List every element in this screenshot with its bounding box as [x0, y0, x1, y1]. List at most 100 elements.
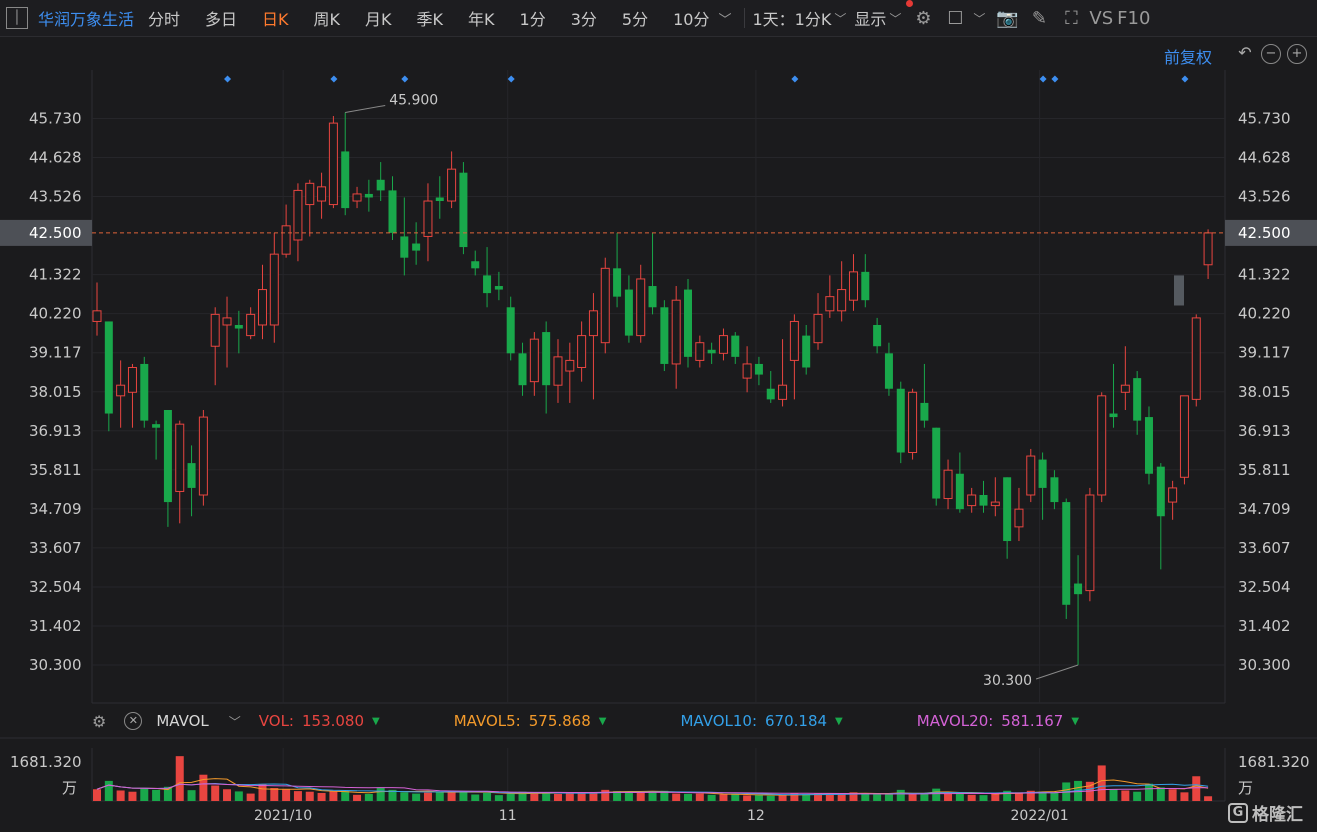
- volume-bar: [1109, 789, 1118, 801]
- down-arrow-icon: ▼: [1071, 715, 1080, 727]
- candle: [459, 162, 468, 255]
- candle-body: [1085, 494, 1095, 592]
- price-tick-label: 30.300: [1238, 656, 1291, 674]
- kline-chart[interactable]: 45.730 44.628 43.526 41.322 40.220 39.117 38.0…: [0, 0, 1317, 832]
- down-arrow-icon: ▼: [372, 715, 380, 727]
- candle: [825, 275, 835, 318]
- candle-body: [990, 501, 1000, 507]
- candle-body: [955, 473, 964, 510]
- candle-body: [742, 363, 752, 379]
- candle-body: [861, 271, 870, 301]
- candle-body: [1179, 395, 1189, 478]
- candle: [412, 222, 421, 265]
- candle-body: [471, 261, 480, 269]
- candle-body: [483, 275, 492, 294]
- candle-body: [542, 332, 551, 386]
- volume-max-right: 1681.320: [1238, 753, 1310, 771]
- candle-body: [1203, 232, 1213, 266]
- candle-body: [257, 289, 267, 326]
- candle-body: [400, 236, 409, 258]
- date-label: 11: [499, 808, 517, 824]
- volume-bar: [707, 794, 716, 801]
- candle: [896, 381, 905, 464]
- volume-bar: [376, 787, 385, 801]
- candle-body: [565, 359, 575, 372]
- candle-body: [1144, 417, 1153, 474]
- candle: [1085, 487, 1095, 602]
- volume-bar: [861, 793, 870, 801]
- low-annotation: 30.300: [983, 673, 1032, 689]
- volume-bar: [1121, 790, 1130, 801]
- volume-bar: [258, 784, 267, 801]
- candle: [494, 271, 503, 301]
- candle: [648, 232, 657, 315]
- volume-bar: [93, 789, 101, 801]
- candle-body: [198, 416, 208, 496]
- gear-icon[interactable]: ⚙: [92, 712, 106, 731]
- candle-body: [896, 388, 905, 453]
- candle: [400, 197, 409, 276]
- volume-bar: [624, 791, 633, 801]
- candle: [766, 371, 775, 403]
- high-leader-line: [345, 104, 386, 113]
- candle: [778, 339, 788, 407]
- mavol10-label: MAVOL10:: [680, 712, 758, 730]
- candle-body: [1120, 384, 1130, 393]
- price-tick-label: 45.730: [1238, 110, 1291, 128]
- candle: [660, 300, 669, 372]
- candle-body: [1026, 455, 1036, 496]
- candle-body: [1038, 459, 1047, 488]
- candle: [542, 321, 551, 414]
- volume-bar: [1168, 789, 1177, 801]
- candle-body: [600, 267, 610, 344]
- volume-unit-right: 万: [1238, 779, 1254, 797]
- price-tick-label: 39.117: [29, 344, 82, 362]
- mavol20-label: MAVOL20:: [916, 712, 994, 730]
- candle: [636, 264, 646, 343]
- candle: [116, 360, 126, 428]
- candle-body: [613, 268, 622, 297]
- volume-bar: [648, 791, 657, 801]
- volume-bar: [991, 793, 1000, 801]
- candle-body: [1050, 477, 1059, 503]
- candle: [1050, 470, 1059, 510]
- candle-body: [1003, 477, 1012, 542]
- volume-bar: [908, 794, 917, 801]
- chevron-down-icon[interactable]: ﹀: [229, 713, 241, 730]
- price-tick-label: 36.913: [29, 422, 82, 440]
- candle: [671, 286, 681, 389]
- candle-body: [305, 182, 315, 206]
- volume-bar: [329, 791, 338, 801]
- candle: [1191, 314, 1201, 407]
- candle: [1179, 395, 1189, 485]
- candle: [789, 314, 799, 400]
- candle: [305, 179, 315, 237]
- candle-body: [1133, 378, 1142, 421]
- down-arrow-icon: ▼: [598, 715, 607, 727]
- volume-bar: [494, 795, 503, 801]
- candle-body: [624, 289, 633, 336]
- volume-bar: [234, 791, 243, 801]
- candle: [848, 254, 858, 311]
- candle: [718, 328, 728, 361]
- event-marker-icon: [330, 75, 338, 83]
- candle: [317, 172, 327, 219]
- volume-bar: [766, 795, 775, 801]
- candle: [955, 452, 964, 513]
- indicator-name[interactable]: MAVOL: [156, 712, 208, 730]
- candle-body: [341, 151, 350, 209]
- volume-bar: [1133, 791, 1142, 801]
- close-icon[interactable]: ✕: [124, 712, 143, 730]
- event-marker-icon: [224, 75, 232, 83]
- candle: [388, 176, 397, 240]
- vol-value: 153.080: [301, 712, 365, 730]
- candle-body: [246, 313, 256, 337]
- candle: [364, 179, 373, 212]
- price-tick-label: 44.628: [29, 149, 82, 167]
- candle: [92, 282, 102, 336]
- volume-bar: [1144, 783, 1153, 801]
- vol-label: VOL:: [258, 712, 294, 730]
- candle: [210, 307, 220, 386]
- volume-bar: [293, 791, 302, 801]
- candle: [920, 363, 929, 428]
